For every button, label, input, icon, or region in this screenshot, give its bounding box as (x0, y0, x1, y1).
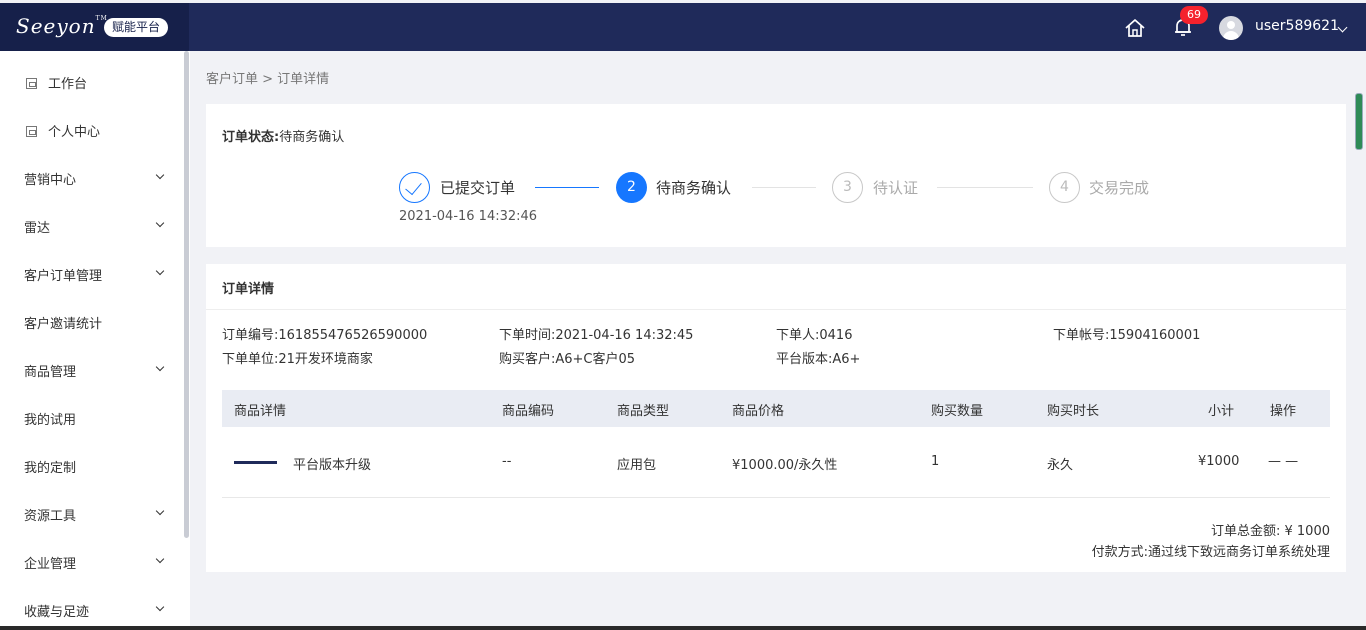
sidebar-item-label: 客户订单管理 (24, 269, 103, 284)
column-header: 商品类型 (617, 404, 670, 419)
product-type: 应用包 (617, 458, 657, 473)
sidebar-item-label: 资源工具 (24, 509, 77, 524)
logo-text: Seeyon (16, 14, 96, 38)
purchase-duration: 永久 (1047, 458, 1074, 473)
breadcrumb[interactable]: 客户订单 > 订单详情 (206, 68, 329, 87)
row-action[interactable]: — — (1268, 454, 1298, 469)
sidebar: 工作台 个人中心 营销中心 雷达 客户订单管理 客户邀请统计 商品管理 我的试用… (0, 51, 190, 630)
column-header: 小计 (1208, 404, 1235, 419)
column-header: 操作 (1270, 404, 1297, 419)
product-name: 平台版本升级 (293, 458, 372, 473)
chevron-down-icon (155, 266, 165, 276)
notification-badge: 69 (1180, 6, 1208, 24)
step-connector (752, 187, 816, 188)
orderer: 下单人:0416 (776, 328, 853, 343)
step-1-circle (399, 172, 430, 203)
home-icon[interactable] (1124, 17, 1146, 39)
sidebar-item-product-management[interactable]: 商品管理 (0, 347, 182, 395)
sidebar-item-enterprise-management[interactable]: 企业管理 (0, 539, 182, 587)
step-2-title: 待商务确认 (656, 179, 732, 197)
sidebar-item-label: 我的定制 (24, 461, 77, 476)
order-time: 下单时间:2021-04-16 14:32:45 (499, 328, 694, 343)
column-header: 商品详情 (234, 404, 287, 419)
subtotal: ¥1000 (1198, 454, 1240, 469)
chevron-down-icon (155, 362, 165, 372)
table-row: 平台版本升级 -- 应用包 ¥1000.00/永久性 1 永久 ¥1000 — … (222, 427, 1330, 498)
sidebar-scrollbar[interactable] (184, 51, 189, 538)
order-status-label: 订单状态: (222, 130, 280, 145)
sidebar-item-radar[interactable]: 雷达 (0, 203, 182, 251)
order-status-value: 待商务确认 (279, 130, 345, 145)
purchase-quantity: 1 (931, 454, 940, 469)
order-status-line: 订单状态:待商务确认 (222, 126, 344, 145)
step-3-title: 待认证 (873, 179, 919, 197)
sidebar-item-label: 工作台 (48, 77, 88, 92)
product-table-header: 商品详情 商品编码 商品类型 商品价格 购买数量 购买时长 小计 操作 (222, 390, 1330, 427)
order-detail-card: 订单详情 订单编号:161855476526590000 下单时间:2021-0… (206, 264, 1346, 572)
platform-tag: 赋能平台 (104, 18, 169, 37)
page-icon (26, 126, 37, 137)
order-detail-header: 订单详情 (206, 264, 1346, 310)
page-scrollbar[interactable] (1355, 93, 1363, 150)
chevron-down-icon (155, 506, 165, 516)
product-code: -- (502, 454, 512, 469)
order-unit: 下单单位:21开发环境商家 (222, 352, 373, 367)
chevron-down-icon (155, 554, 165, 564)
page-icon (26, 78, 37, 89)
step-connector (937, 187, 1033, 188)
column-header: 购买时长 (1047, 404, 1100, 419)
avatar-shoulders (1223, 31, 1239, 40)
sidebar-item-invite-stats[interactable]: 客户邀请统计 (0, 299, 182, 347)
chevron-down-icon (155, 602, 165, 612)
payment-method: 付款方式:通过线下致远商务订单系统处理 (1091, 545, 1330, 560)
sidebar-item-favorites-history[interactable]: 收藏与足迹 (0, 587, 182, 630)
username[interactable]: user589621 (1255, 18, 1339, 34)
step-1-title: 已提交订单 (440, 179, 516, 197)
sidebar-item-customer-orders[interactable]: 客户订单管理 (0, 251, 182, 299)
purchase-customer: 购买客户:A6+C客户05 (499, 352, 636, 367)
bottom-strip (0, 626, 1366, 630)
sidebar-item-personal-center[interactable]: 个人中心 (0, 107, 182, 155)
sidebar-item-label: 商品管理 (24, 365, 77, 380)
chevron-down-icon (155, 170, 165, 180)
order-total: 订单总金额: ¥ 1000 (1211, 524, 1330, 539)
product-price: ¥1000.00/永久性 (732, 458, 838, 473)
sidebar-item-label: 营销中心 (24, 173, 77, 188)
sidebar-item-label: 客户邀请统计 (24, 317, 103, 332)
step-4-circle: 4 (1049, 172, 1080, 203)
order-detail-title: 订单详情 (222, 282, 275, 297)
brand-area: SeeyonTM 赋能平台 (0, 3, 189, 51)
sidebar-item-label: 收藏与足迹 (24, 605, 90, 620)
chevron-down-icon[interactable] (1337, 22, 1348, 33)
column-header: 商品编码 (502, 404, 555, 419)
platform-version: 平台版本:A6+ (776, 352, 861, 367)
sidebar-item-marketing-center[interactable]: 营销中心 (0, 155, 182, 203)
column-header: 商品价格 (732, 404, 785, 419)
step-3-circle: 3 (832, 172, 863, 203)
sidebar-item-my-trials[interactable]: 我的试用 (0, 395, 182, 443)
step-2-circle: 2 (616, 172, 647, 203)
seeyon-logo[interactable]: SeeyonTM (16, 14, 108, 38)
check-icon (405, 177, 422, 196)
sidebar-item-resource-tools[interactable]: 资源工具 (0, 491, 182, 539)
sidebar-item-workbench[interactable]: 工作台 (0, 59, 182, 107)
sidebar-item-label: 我的试用 (24, 413, 77, 428)
chevron-down-icon (155, 218, 165, 228)
sidebar-item-label: 个人中心 (48, 125, 101, 140)
avatar-head (1227, 21, 1235, 29)
avatar[interactable] (1219, 16, 1243, 40)
sidebar-item-label: 企业管理 (24, 557, 77, 572)
order-number: 订单编号:161855476526590000 (222, 328, 428, 343)
step-4-title: 交易完成 (1089, 179, 1150, 197)
top-bar: SeeyonTM 赋能平台 69 user589621 (0, 3, 1366, 51)
step-1-time: 2021-04-16 14:32:46 (399, 209, 538, 224)
order-account: 下单帐号:15904160001 (1053, 328, 1201, 343)
sidebar-item-label: 雷达 (24, 221, 51, 236)
column-header: 购买数量 (931, 404, 984, 419)
step-connector (535, 187, 599, 188)
order-status-card: 订单状态:待商务确认 已提交订单 2021-04-16 14:32:46 2 待… (206, 104, 1346, 247)
sidebar-item-my-customization[interactable]: 我的定制 (0, 443, 182, 491)
product-thumbnail (234, 461, 277, 464)
